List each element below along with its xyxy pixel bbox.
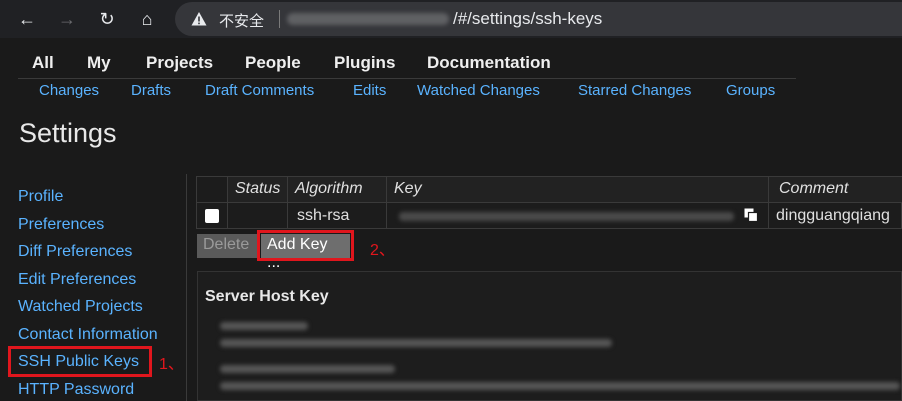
row-comment: dingguangqiang (768, 202, 902, 229)
back-icon[interactable]: ← (14, 6, 40, 32)
highlight-add-key (257, 230, 354, 261)
divider (186, 174, 187, 401)
subnav-groups[interactable]: Groups (726, 82, 775, 99)
redacted-key (399, 212, 734, 221)
sidebar-item-diff-preferences[interactable]: Diff Preferences (18, 243, 132, 261)
subnav-changes[interactable]: Changes (39, 82, 99, 99)
row-key (386, 202, 768, 229)
redacted-fingerprint (220, 339, 612, 347)
subnav-drafts[interactable]: Drafts (131, 82, 171, 99)
row-checkbox[interactable] (205, 209, 219, 223)
header-status: Status (227, 177, 287, 202)
row-status (227, 202, 287, 229)
subnav-edits[interactable]: Edits (353, 82, 386, 99)
sidebar-item-http-password[interactable]: HTTP Password (18, 381, 134, 399)
header-algorithm: Algorithm (287, 177, 386, 202)
header-key: Key (386, 177, 768, 202)
delete-button[interactable]: Delete (197, 234, 257, 258)
sidebar-item-profile[interactable]: Profile (18, 188, 63, 206)
sidebar-item-contact-information[interactable]: Contact Information (18, 326, 158, 344)
main-nav: All My Projects People Plugins Documenta… (18, 52, 796, 79)
page-title: Settings (19, 118, 117, 148)
nav-my[interactable]: My (87, 53, 111, 73)
sidebar-item-edit-preferences[interactable]: Edit Preferences (18, 271, 136, 289)
url-path[interactable]: /#/settings/ssh-keys (453, 9, 602, 29)
subnav-starred-changes[interactable]: Starred Changes (578, 82, 691, 99)
step-2-label: 2、 (370, 242, 395, 259)
highlight-ssh-keys (8, 346, 152, 377)
server-host-key-title: Server Host Key (205, 288, 329, 305)
sidebar-item-preferences[interactable]: Preferences (18, 216, 104, 234)
redacted-fingerprint-label (220, 322, 308, 330)
subnav-draft-comments[interactable]: Draft Comments (205, 82, 314, 99)
subnav-watched-changes[interactable]: Watched Changes (417, 82, 540, 99)
row-algorithm: ssh-rsa (287, 202, 386, 229)
security-status[interactable]: 不安全 (219, 10, 264, 31)
forward-icon[interactable]: → (54, 6, 80, 32)
nav-plugins[interactable]: Plugins (334, 53, 395, 73)
nav-all[interactable]: All (32, 53, 54, 73)
address-bar[interactable]: 不安全 /#/settings/ssh-keys (175, 2, 902, 36)
redacted-entry-label (220, 365, 395, 373)
reload-icon[interactable]: ↻ (94, 6, 120, 32)
copy-icon[interactable] (744, 208, 758, 222)
home-icon[interactable]: ⌂ (134, 6, 160, 32)
nav-people[interactable]: People (245, 53, 301, 73)
table-row-select (197, 202, 227, 229)
warning-icon (191, 12, 207, 26)
redacted-entry (220, 382, 900, 390)
step-1-label: 1、 (159, 356, 184, 373)
browser-toolbar: ← → ↻ ⌂ 不安全 /#/settings/ssh-keys (0, 0, 902, 38)
ssh-keys-table: Status Algorithm Key Comment ssh-rsa din… (196, 176, 902, 229)
nav-documentation[interactable]: Documentation (427, 53, 551, 73)
server-host-key-panel: Server Host Key (197, 271, 902, 401)
divider (279, 10, 280, 28)
nav-projects[interactable]: Projects (146, 53, 213, 73)
redacted-host (287, 13, 449, 25)
sidebar-item-watched-projects[interactable]: Watched Projects (18, 298, 143, 316)
header-comment: Comment (768, 177, 902, 202)
